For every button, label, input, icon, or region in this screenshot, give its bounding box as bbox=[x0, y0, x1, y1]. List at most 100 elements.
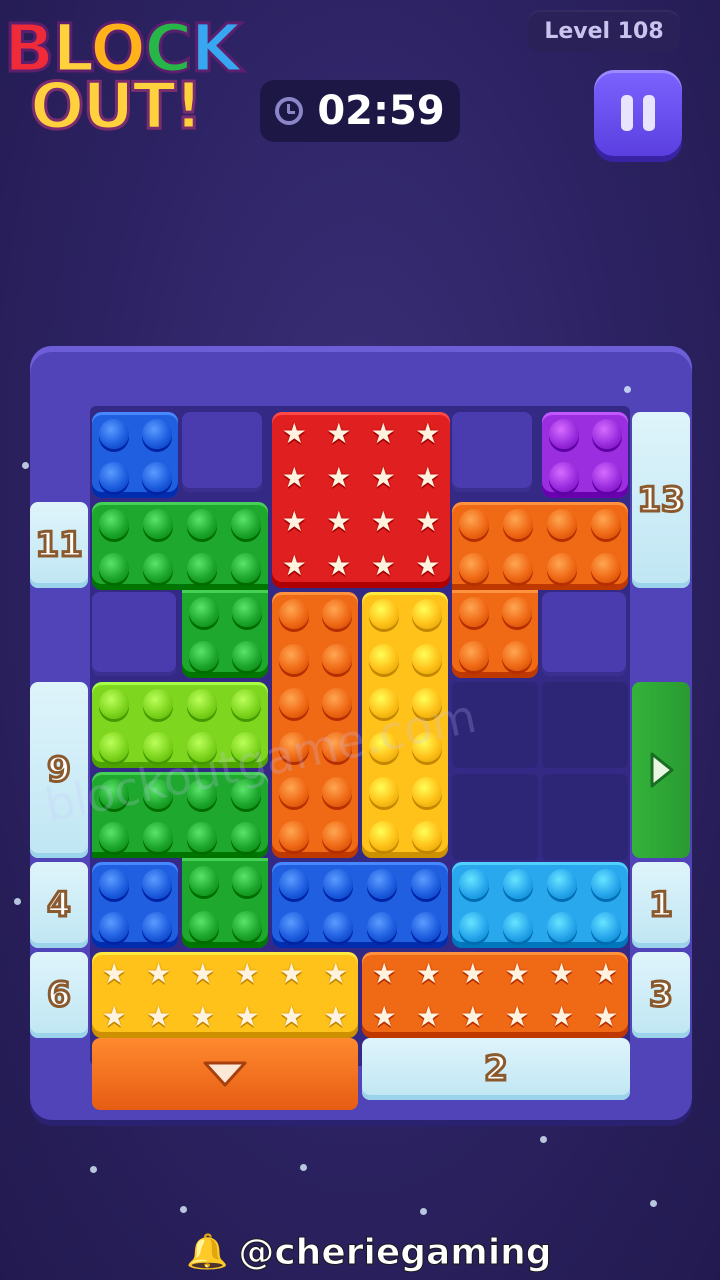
gate-4: 4 bbox=[30, 862, 88, 948]
stud bbox=[547, 553, 577, 583]
empty-cell bbox=[542, 774, 628, 860]
star-stud: ★ bbox=[415, 461, 441, 494]
gate-3: 3 bbox=[632, 952, 690, 1038]
snow-particle bbox=[300, 1164, 307, 1171]
star-stud: ★ bbox=[323, 956, 349, 990]
star-stud: ★ bbox=[460, 956, 486, 990]
stud bbox=[547, 911, 577, 942]
stud bbox=[411, 599, 442, 630]
purple-block[interactable] bbox=[542, 412, 628, 498]
star-stud: ★ bbox=[281, 461, 307, 494]
stud bbox=[188, 910, 219, 941]
star-stud: ★ bbox=[415, 999, 442, 1033]
stud bbox=[99, 553, 129, 583]
stud bbox=[548, 418, 579, 449]
play-arrow-icon bbox=[650, 752, 674, 788]
stud bbox=[459, 553, 489, 583]
stud bbox=[98, 911, 129, 942]
stud bbox=[188, 641, 219, 671]
stud bbox=[591, 868, 621, 899]
blue-block[interactable] bbox=[92, 862, 178, 948]
stud bbox=[143, 553, 173, 583]
orange-block-right[interactable] bbox=[452, 590, 538, 678]
green-block-top[interactable] bbox=[92, 502, 268, 590]
orange-block-right[interactable] bbox=[452, 502, 628, 590]
star-stud: ★ bbox=[370, 505, 396, 538]
stud bbox=[143, 688, 173, 719]
green-block-low[interactable] bbox=[182, 858, 268, 948]
stud bbox=[503, 553, 533, 583]
stud bbox=[231, 865, 262, 896]
star-stud: ★ bbox=[548, 999, 575, 1033]
timer-value: 02:59 bbox=[317, 88, 445, 134]
stud bbox=[278, 599, 309, 630]
stud bbox=[321, 776, 352, 807]
stud bbox=[591, 461, 622, 492]
star-stud: ★ bbox=[326, 461, 352, 494]
star-stud: ★ bbox=[326, 505, 352, 538]
stud bbox=[231, 688, 261, 719]
gate-2: 2 bbox=[362, 1038, 630, 1100]
stud bbox=[99, 688, 129, 719]
stud bbox=[231, 509, 261, 539]
star-stud: ★ bbox=[415, 549, 441, 582]
stud bbox=[143, 509, 173, 539]
stud bbox=[503, 911, 533, 942]
star-stud: ★ bbox=[415, 417, 441, 450]
star-stud: ★ bbox=[145, 956, 172, 990]
stud bbox=[501, 641, 532, 671]
stud bbox=[321, 687, 352, 718]
snow-particle bbox=[650, 1200, 657, 1207]
gate-1: 1 bbox=[632, 862, 690, 948]
star-stud: ★ bbox=[593, 999, 619, 1033]
stud bbox=[231, 910, 262, 941]
stud bbox=[367, 868, 397, 899]
star-stud: ★ bbox=[593, 956, 619, 990]
star-stud: ★ bbox=[370, 549, 396, 582]
stud bbox=[141, 868, 172, 899]
stud bbox=[367, 911, 397, 942]
stud bbox=[411, 643, 442, 674]
red-star-block[interactable]: ★ ★ ★ ★ ★ ★ ★ ★ ★ ★ ★ ★ ★ ★ ★ ★ bbox=[272, 412, 450, 588]
stud bbox=[141, 911, 172, 942]
stud bbox=[323, 868, 353, 899]
stud bbox=[141, 418, 172, 449]
gate-6: 6 bbox=[30, 952, 88, 1038]
star-stud: ★ bbox=[370, 417, 396, 450]
stud bbox=[99, 821, 129, 852]
snow-particle bbox=[14, 898, 21, 905]
light-blue-block[interactable] bbox=[452, 862, 628, 948]
stud bbox=[548, 461, 579, 492]
star-stud: ★ bbox=[323, 999, 349, 1033]
stud bbox=[411, 776, 442, 807]
stud bbox=[231, 553, 261, 583]
stud bbox=[547, 509, 577, 539]
empty-cell bbox=[92, 592, 176, 676]
stud bbox=[231, 821, 261, 852]
star-stud: ★ bbox=[101, 956, 127, 990]
stud bbox=[188, 597, 219, 627]
stud bbox=[187, 821, 217, 852]
stud bbox=[279, 911, 309, 942]
pause-button[interactable] bbox=[594, 70, 682, 156]
green-block-top[interactable] bbox=[182, 590, 268, 678]
yellow-star-block[interactable]: ★ ★ ★ ★ ★ ★ ★ ★ ★ ★ ★ ★ bbox=[92, 952, 358, 1038]
stud bbox=[547, 868, 577, 899]
stud bbox=[368, 599, 399, 630]
stud bbox=[98, 418, 129, 449]
blue-block[interactable] bbox=[92, 412, 178, 498]
stud bbox=[503, 868, 533, 899]
star-stud: ★ bbox=[145, 999, 172, 1033]
star-stud: ★ bbox=[281, 505, 307, 538]
orange-star-block[interactable]: ★ ★ ★ ★ ★ ★ ★ ★ ★ ★ ★ ★ bbox=[362, 952, 628, 1038]
level-indicator: Level 108 bbox=[528, 10, 680, 52]
star-stud: ★ bbox=[370, 461, 396, 494]
stud bbox=[187, 509, 217, 539]
stud bbox=[278, 820, 309, 851]
star-stud: ★ bbox=[415, 956, 442, 990]
empty-cell bbox=[542, 682, 628, 768]
blue-block-wide[interactable] bbox=[272, 862, 448, 948]
stud bbox=[321, 643, 352, 674]
star-stud: ★ bbox=[278, 999, 305, 1033]
stud bbox=[503, 509, 533, 539]
